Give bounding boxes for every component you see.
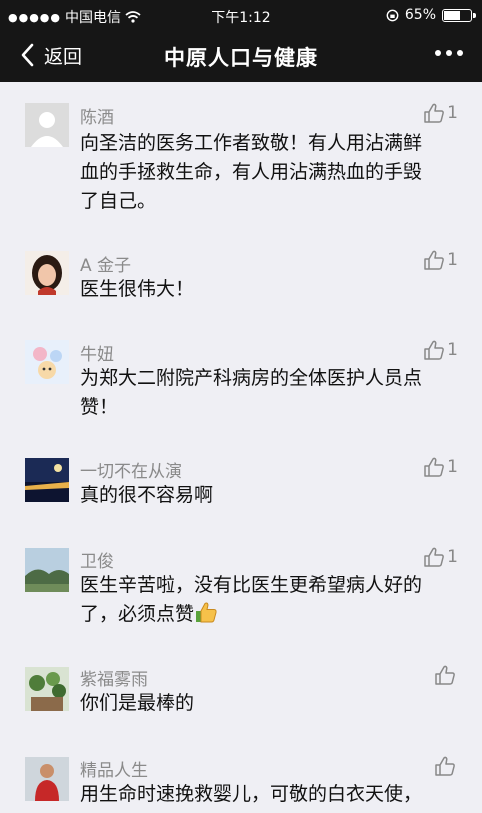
status-bar: ●●●●● 中国电信 下午1:12 65% (0, 0, 482, 30)
thumbs-up-icon (424, 547, 445, 567)
commenter-name[interactable]: 紫福雾雨 (80, 665, 148, 690)
comment-line: 血的手拯救生命，有人用沾满热血的手毁 (80, 161, 423, 183)
thumbs-up-emoji-icon (196, 602, 217, 623)
battery-nub (473, 12, 476, 18)
avatar-landscape-image (25, 548, 69, 592)
more-dots-icon[interactable] (434, 48, 464, 58)
avatar-person-image (25, 757, 69, 801)
like-count: 1 (447, 340, 458, 360)
thumbs-up-icon (435, 665, 455, 685)
comment-line: 医生很伟大！ (80, 278, 195, 300)
thumbs-up-icon (424, 250, 445, 270)
avatar-photo[interactable] (25, 340, 69, 384)
avatar-night-city-image (25, 458, 69, 502)
comment-text: 用生命时速挽救婴儿，可敬的白衣天使， (80, 780, 460, 809)
commenter-name[interactable]: A 金子 (80, 251, 131, 276)
commenter-name[interactable]: 陈酒 (80, 103, 114, 128)
battery-percent: 65% (404, 7, 436, 23)
top-bar: ●●●●● 中国电信 下午1:12 65% 返回 中原人口与健康 (0, 0, 482, 82)
comment-line: 向圣洁的医务工作者致敬！有人用沾满鲜 (80, 132, 423, 154)
comment-text: 向圣洁的医务工作者致敬！有人用沾满鲜 血的手拯救生命，有人用沾满热血的手毁 了自… (80, 129, 460, 216)
avatar-girl-image (25, 251, 69, 295)
avatar-photo[interactable] (25, 458, 69, 502)
like-button[interactable] (434, 755, 458, 777)
rotation-lock-icon (386, 9, 399, 21)
comment-text: 医生辛苦啦，没有比医生更希望病人好的 了，必须点赞 (80, 571, 460, 629)
like-button[interactable]: 1 (423, 456, 458, 478)
comment-line: 你们是最棒的 (80, 692, 195, 714)
avatar-cartoon-image (25, 340, 69, 384)
comment-line: 了，必须点赞 (80, 603, 195, 625)
commenter-name[interactable]: 牛妞 (80, 340, 114, 365)
like-button[interactable]: 1 (423, 102, 458, 124)
avatar-photo[interactable] (25, 251, 69, 295)
comment-text: 医生很伟大！ (80, 275, 460, 304)
battery-icon (442, 8, 476, 22)
comment-text: 你们是最棒的 (80, 689, 460, 718)
status-right: 65% (386, 7, 476, 23)
commenter-name[interactable]: 一切不在从演 (80, 457, 182, 482)
like-button[interactable]: 1 (423, 339, 458, 361)
avatar-plants-image (25, 667, 69, 711)
comment-line: 为郑大二附院产科病房的全体医护人员点 (80, 367, 423, 389)
comment-text: 真的很不容易啊 (80, 481, 460, 510)
thumbs-up-icon (435, 756, 455, 776)
comment-line: 医生辛苦啦，没有比医生更希望病人好的 (80, 574, 423, 596)
comment-line-with-emoji: 了，必须点赞 (80, 600, 460, 629)
page-title: 中原人口与健康 (164, 46, 318, 70)
default-avatar-icon (25, 103, 69, 147)
comment-line: 了自己。 (80, 190, 157, 212)
like-count: 1 (447, 103, 458, 123)
thumbs-up-icon (424, 457, 445, 477)
like-button[interactable]: 1 (423, 249, 458, 271)
commenter-name[interactable]: 卫俊 (80, 547, 114, 572)
like-count: 1 (447, 457, 458, 477)
thumbs-up-icon (424, 103, 445, 123)
comment-line: 赞！ (80, 396, 119, 418)
thumbs-up-icon (424, 340, 445, 360)
avatar-default[interactable] (25, 103, 69, 147)
like-button[interactable]: 1 (423, 546, 458, 568)
avatar-photo[interactable] (25, 757, 69, 801)
nav-bar: 返回 中原人口与健康 (0, 30, 482, 82)
battery-fill (444, 10, 460, 20)
comment-line: 用生命时速挽救婴儿，可敬的白衣天使， (80, 783, 423, 805)
like-count: 1 (447, 250, 458, 270)
like-count: 1 (447, 547, 458, 567)
commenter-name[interactable]: 精品人生 (80, 756, 148, 781)
comment-text: 为郑大二附院产科病房的全体医护人员点 赞！ (80, 364, 460, 422)
avatar-photo[interactable] (25, 548, 69, 592)
avatar-photo[interactable] (25, 667, 69, 711)
like-button[interactable] (434, 664, 458, 686)
comment-line: 真的很不容易啊 (80, 484, 214, 506)
